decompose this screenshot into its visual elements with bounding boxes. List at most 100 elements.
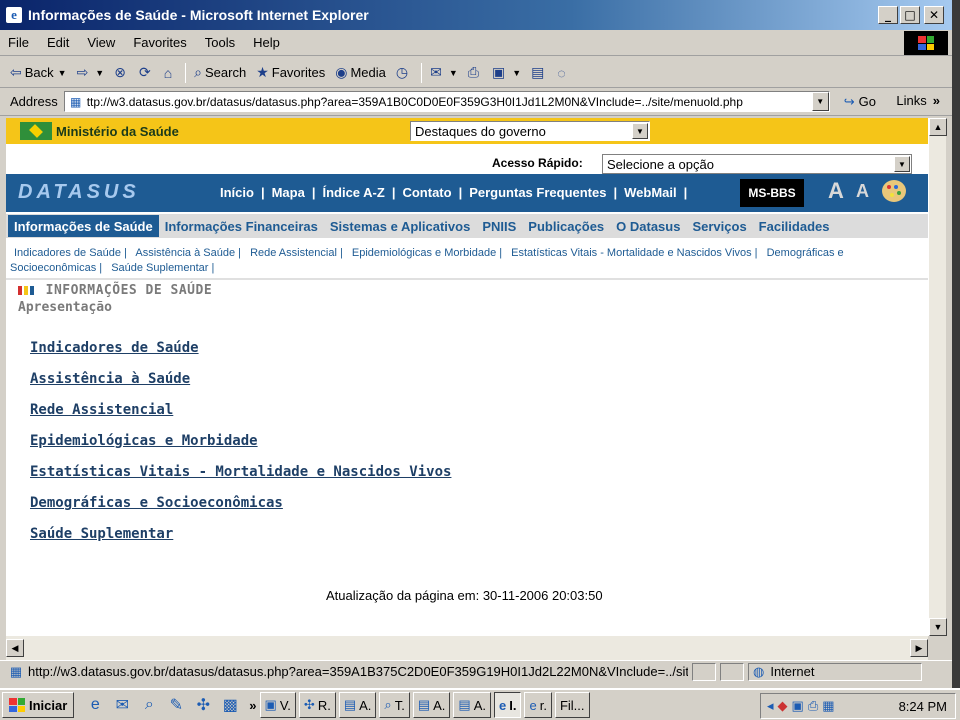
link-estatisticas[interactable]: Estatísticas Vitais - Mortalidade e Nasc… bbox=[30, 464, 451, 495]
home-button[interactable]: ⌂ bbox=[164, 65, 175, 81]
palette-icon[interactable] bbox=[882, 180, 906, 202]
subnav-assistencia[interactable]: Assistência à Saúde | bbox=[135, 247, 241, 259]
menu-favorites[interactable]: Favorites bbox=[133, 35, 186, 50]
scroll-right-icon[interactable]: ▶ bbox=[910, 639, 928, 657]
stop-button[interactable]: ⊗ bbox=[114, 64, 129, 81]
favorites-button[interactable]: ★ Favorites bbox=[256, 64, 325, 81]
links-toolbar[interactable]: Links » bbox=[896, 93, 940, 108]
subnav-saude-suplementar[interactable]: Saúde Suplementar | bbox=[111, 262, 214, 274]
link-demograficas[interactable]: Demográficas e Socioeconômicas bbox=[30, 495, 451, 526]
msbbs-button[interactable]: MS-BBS bbox=[740, 179, 804, 207]
tab-informacoes-financeiras[interactable]: Informações Financeiras bbox=[159, 215, 324, 237]
ministry-logo[interactable]: Ministério da Saúde bbox=[20, 122, 179, 140]
tab-publicacoes[interactable]: Publicações bbox=[522, 215, 610, 237]
scroll-left-icon[interactable]: ◀ bbox=[6, 639, 24, 657]
forward-button[interactable]: ⇨ ▼ bbox=[77, 64, 105, 81]
scroll-down-icon[interactable]: ▼ bbox=[929, 618, 947, 636]
notepad-icon[interactable]: ✎ bbox=[167, 695, 185, 715]
mail-button[interactable]: ✉ ▼ bbox=[430, 64, 458, 81]
clock[interactable]: 8:24 PM bbox=[899, 699, 947, 714]
link-assistencia[interactable]: Assistência à Saúde bbox=[30, 371, 451, 402]
chevron-right-icon[interactable]: » bbox=[933, 93, 940, 108]
address-input[interactable]: ▦ ttp://w3.datasus.gov.br/datasus/datasu… bbox=[63, 91, 830, 112]
nav-inicio[interactable]: Início bbox=[220, 185, 254, 200]
volume-icon[interactable]: ◂ bbox=[767, 698, 774, 714]
messenger-button[interactable]: ◌ bbox=[557, 65, 568, 81]
search-button[interactable]: ⌕ Search bbox=[194, 64, 246, 81]
nav-mapa[interactable]: Mapa bbox=[272, 185, 305, 200]
menu-tools[interactable]: Tools bbox=[205, 35, 235, 50]
taskbar-item[interactable]: ⌕ T. bbox=[379, 692, 410, 718]
ie-icon[interactable]: e bbox=[86, 696, 104, 714]
back-button[interactable]: ⇦ Back ▼ bbox=[10, 64, 67, 81]
subnav-epidemiologicas[interactable]: Epidemiológicas e Morbidade | bbox=[352, 247, 502, 259]
nav-perguntas[interactable]: Perguntas Frequentes bbox=[469, 185, 606, 200]
printer-icon[interactable]: ⎙ bbox=[808, 698, 818, 714]
tab-pniis[interactable]: PNIIS bbox=[476, 215, 522, 237]
menu-help[interactable]: Help bbox=[253, 35, 280, 50]
scroll-up-icon[interactable]: ▲ bbox=[929, 118, 947, 136]
chevron-down-icon[interactable]: ▼ bbox=[894, 156, 910, 172]
taskbar-item[interactable]: ✣ R. bbox=[298, 692, 336, 718]
vertical-scrollbar[interactable]: ▲ ▼ bbox=[928, 118, 947, 660]
taskbar-item[interactable]: e r. bbox=[524, 692, 552, 718]
outlook-icon[interactable]: ✉ bbox=[113, 695, 131, 715]
subnav-rede[interactable]: Rede Assistencial | bbox=[250, 247, 343, 259]
nav-contato[interactable]: Contato bbox=[402, 185, 451, 200]
taskbar-item-active[interactable]: e I. bbox=[494, 692, 522, 718]
print-button[interactable]: ⎙ bbox=[468, 64, 482, 81]
chevron-right-icon[interactable]: » bbox=[249, 698, 256, 713]
taskbar-item[interactable]: Fil... bbox=[554, 692, 590, 718]
tab-servicos[interactable]: Serviços bbox=[686, 215, 752, 237]
network-icon[interactable]: ▣ bbox=[792, 698, 804, 714]
mail-dropdown-icon[interactable]: ▼ bbox=[449, 68, 458, 78]
address-dropdown-icon[interactable]: ▼ bbox=[811, 92, 829, 111]
taskbar-item[interactable]: ▤ A. bbox=[412, 692, 451, 718]
menu-view[interactable]: View bbox=[87, 35, 115, 50]
subnav-indicadores[interactable]: Indicadores de Saúde | bbox=[14, 247, 127, 259]
subnav-estatisticas[interactable]: Estatísticas Vitais - Mortalidade e Nasc… bbox=[511, 247, 757, 259]
nav-webmail[interactable]: WebMail bbox=[624, 185, 677, 200]
taskbar-item[interactable]: ▣ V. bbox=[259, 692, 296, 718]
taskbar-item[interactable]: ▤ A. bbox=[338, 692, 377, 718]
edit-dropdown-icon[interactable]: ▼ bbox=[512, 68, 521, 78]
media-button[interactable]: ◉ Media bbox=[335, 64, 386, 81]
grid-icon[interactable]: ▩ bbox=[221, 695, 239, 715]
refresh-button[interactable]: ⟳ bbox=[139, 64, 154, 81]
start-button[interactable]: Iniciar bbox=[2, 692, 75, 718]
destaques-select[interactable]: Destaques do governo ▼ bbox=[410, 121, 650, 141]
font-larger-icon[interactable]: A bbox=[828, 178, 844, 204]
back-dropdown-icon[interactable]: ▼ bbox=[58, 68, 67, 78]
connection-icon[interactable]: ▦ bbox=[822, 698, 834, 714]
horizontal-scrollbar[interactable]: ◀ ▶ bbox=[6, 636, 928, 660]
search-icon[interactable]: ⌕ bbox=[140, 696, 158, 714]
link-rede[interactable]: Rede Assistencial bbox=[30, 402, 451, 433]
maximize-button[interactable]: □ bbox=[900, 6, 920, 24]
tab-o-datasus[interactable]: O Datasus bbox=[610, 215, 686, 237]
shield-icon[interactable]: ◆ bbox=[778, 698, 788, 714]
menu-edit[interactable]: Edit bbox=[47, 35, 69, 50]
link-saude-suplementar[interactable]: Saúde Suplementar bbox=[30, 526, 451, 557]
quick-access-select[interactable]: Selecione a opção ▼ bbox=[602, 154, 912, 174]
network-icon[interactable]: ✣ bbox=[194, 695, 212, 715]
discuss-button[interactable]: ▤ bbox=[531, 64, 547, 81]
subnav-socioeconomicas[interactable]: Socioeconômicas | bbox=[10, 262, 102, 274]
link-indicadores[interactable]: Indicadores de Saúde bbox=[30, 340, 451, 371]
minimize-button[interactable]: _ bbox=[878, 6, 898, 24]
tab-informacoes-saude[interactable]: Informações de Saúde bbox=[8, 215, 159, 237]
font-smaller-icon[interactable]: A bbox=[856, 181, 869, 202]
datasus-logo[interactable]: DATASUS bbox=[18, 181, 140, 204]
subnav-demograficas[interactable]: Demográficas e bbox=[767, 247, 844, 259]
menu-file[interactable]: File bbox=[8, 35, 29, 50]
history-button[interactable]: ◷ bbox=[396, 64, 411, 81]
nav-indice[interactable]: Índice A-Z bbox=[322, 185, 384, 200]
chevron-down-icon[interactable]: ▼ bbox=[632, 123, 648, 139]
tab-facilidades[interactable]: Facilidades bbox=[753, 215, 836, 237]
forward-dropdown-icon[interactable]: ▼ bbox=[95, 68, 104, 78]
link-epidemiologicas[interactable]: Epidemiológicas e Morbidade bbox=[30, 433, 451, 464]
close-button[interactable]: ✕ bbox=[924, 6, 944, 24]
go-button[interactable]: ↪ Go bbox=[844, 94, 876, 110]
taskbar-item[interactable]: ▤ A. bbox=[453, 692, 492, 718]
tab-sistemas[interactable]: Sistemas e Aplicativos bbox=[324, 215, 476, 237]
edit-button[interactable]: ▣ ▼ bbox=[492, 64, 521, 81]
